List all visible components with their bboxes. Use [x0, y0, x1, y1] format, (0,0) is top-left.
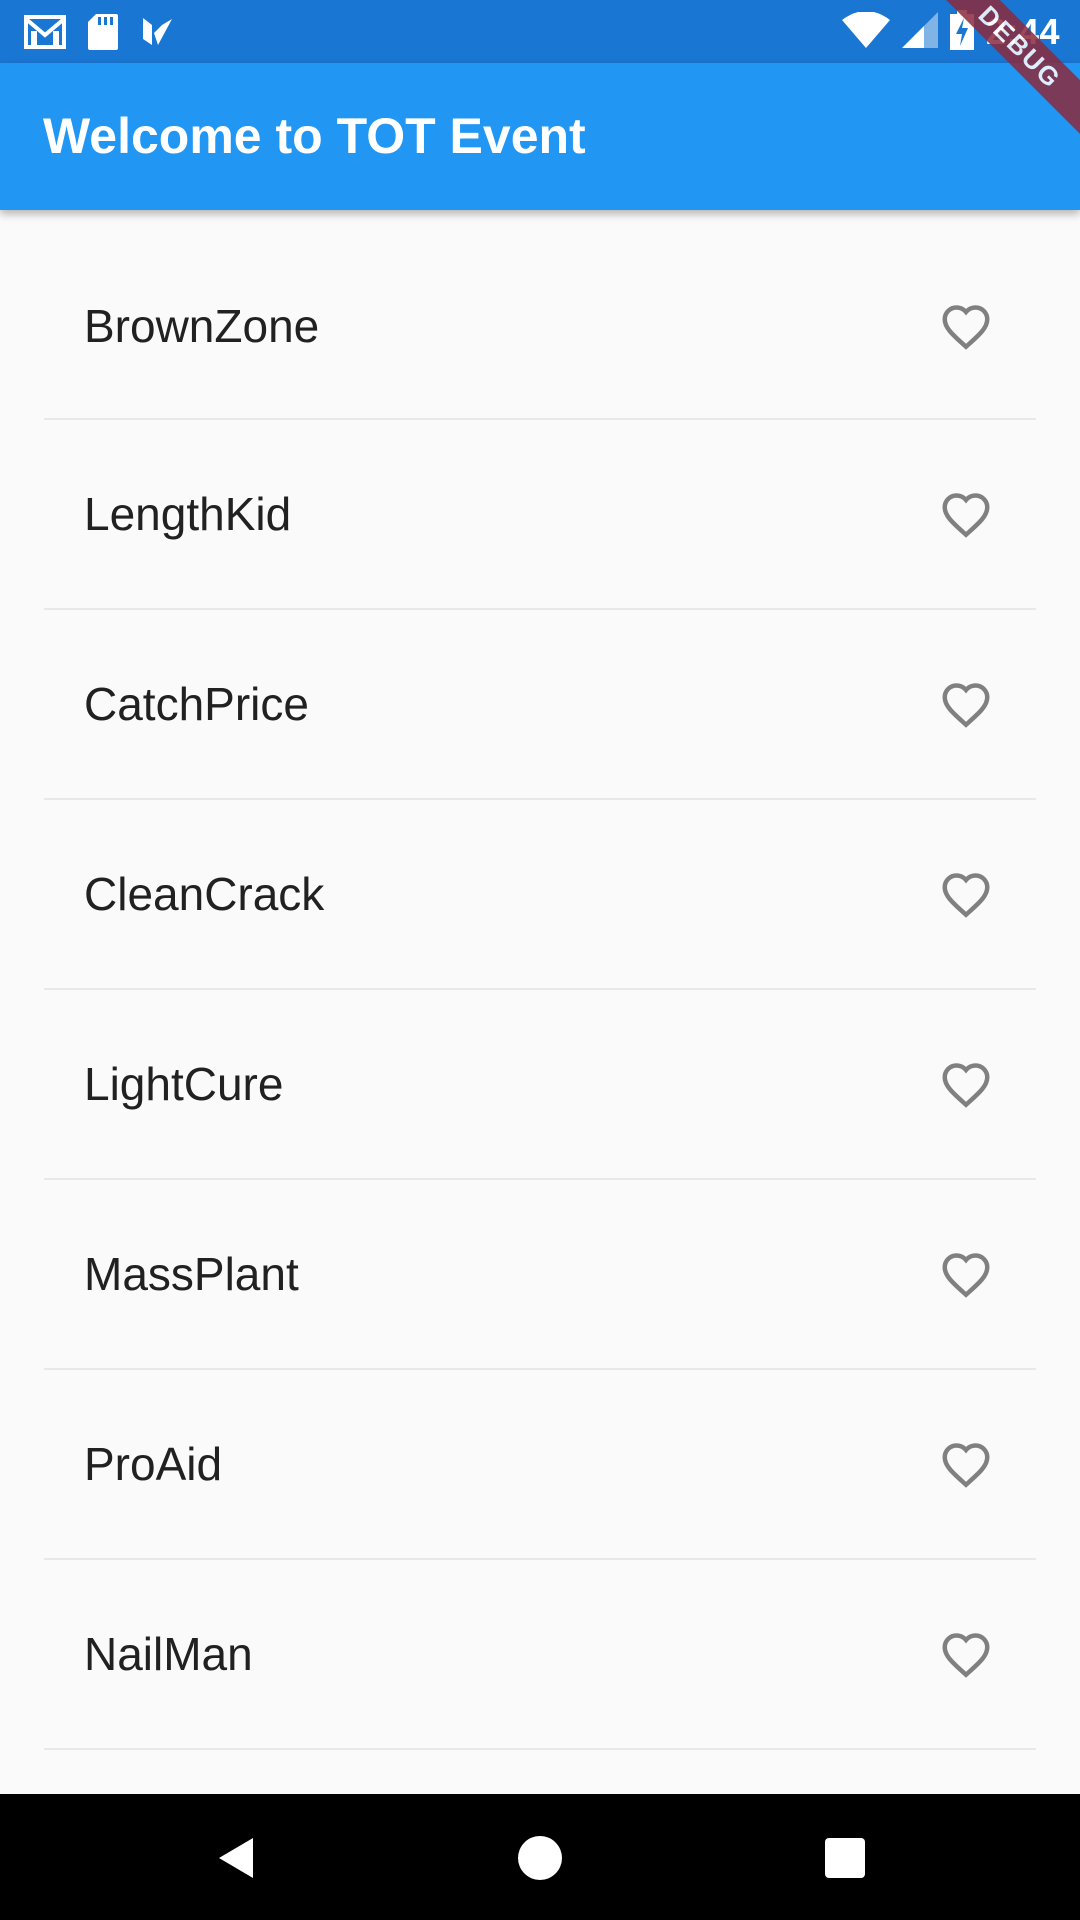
play-store-icon — [140, 15, 174, 49]
list-item[interactable]: LengthKid — [44, 420, 1036, 610]
page-title: Welcome to TOT Event — [43, 108, 586, 164]
list-item[interactable]: CatchPrice — [44, 610, 1036, 800]
list-item-label: LightCure — [84, 1058, 284, 1110]
list-item[interactable]: CleanCrack — [44, 800, 1036, 990]
list-item-label: CleanCrack — [84, 868, 325, 920]
wifi-icon — [841, 10, 890, 53]
heart-outline-icon[interactable] — [936, 1244, 996, 1304]
list-item[interactable]: BrownZone — [44, 210, 1036, 420]
cell-signal-icon — [901, 11, 938, 53]
back-icon[interactable] — [213, 1834, 261, 1882]
list-item-label: NailMan — [84, 1628, 253, 1680]
heart-outline-icon[interactable] — [936, 296, 996, 356]
system-nav-bar — [0, 1794, 1080, 1920]
event-list: BrownZone LengthKid CatchPrice CleanCrac… — [0, 210, 1080, 1750]
list-item-label: MassPlant — [84, 1248, 299, 1300]
sd-card-icon — [88, 14, 118, 50]
recents-icon[interactable] — [821, 1834, 869, 1882]
status-bar: 2:44 — [0, 0, 1080, 63]
list-item[interactable]: NailMan — [44, 1560, 1036, 1750]
list-item[interactable]: ProAid — [44, 1370, 1036, 1560]
heart-outline-icon[interactable] — [936, 864, 996, 924]
gmail-icon — [24, 15, 66, 49]
heart-outline-icon[interactable] — [936, 1054, 996, 1114]
list-item-label: BrownZone — [84, 300, 320, 352]
heart-outline-icon[interactable] — [936, 674, 996, 734]
list-item[interactable]: MassPlant — [44, 1180, 1036, 1370]
list-item[interactable]: LightCure — [44, 990, 1036, 1180]
heart-outline-icon[interactable] — [936, 1434, 996, 1494]
list-item-label: LengthKid — [84, 488, 292, 540]
heart-outline-icon[interactable] — [936, 484, 996, 544]
list-item-label: ProAid — [84, 1438, 223, 1490]
heart-outline-icon[interactable] — [936, 1624, 996, 1684]
list-item-label: CatchPrice — [84, 678, 309, 730]
home-icon[interactable] — [516, 1834, 564, 1882]
app-bar: Welcome to TOT Event — [0, 63, 1080, 210]
